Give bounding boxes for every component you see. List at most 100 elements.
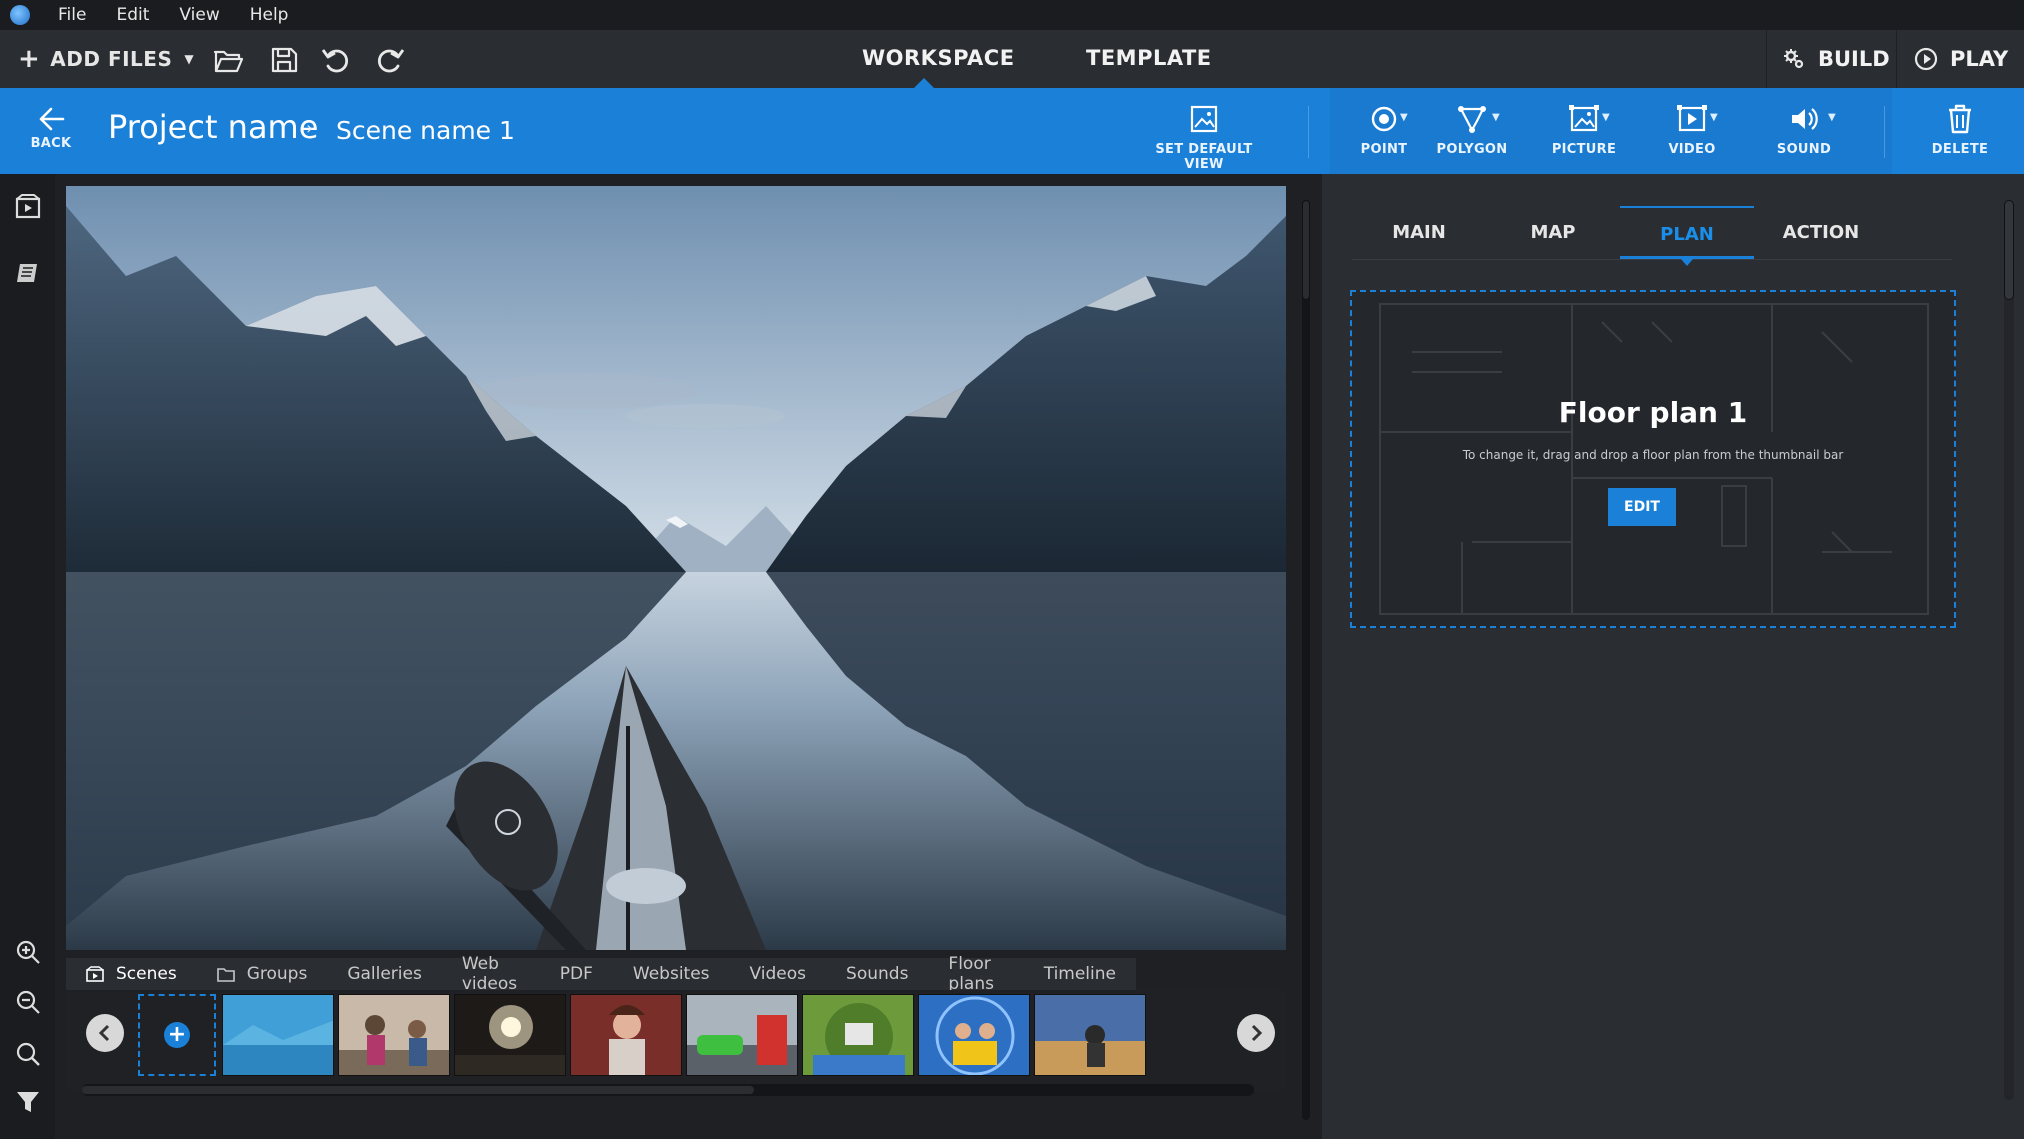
plus-icon: + bbox=[18, 44, 41, 74]
save-button[interactable] bbox=[268, 44, 300, 76]
project-name[interactable]: Project name bbox=[108, 108, 318, 146]
point-tool-button[interactable]: ▼ POINT bbox=[1342, 102, 1426, 157]
build-button[interactable]: BUILD bbox=[1782, 30, 1890, 88]
back-button[interactable]: BACK bbox=[22, 106, 80, 151]
main-toolbar: + ADD FILES ▼ WORKSPACE TEMPLATE BUILD P… bbox=[0, 30, 2024, 88]
tab-template[interactable]: TEMPLATE bbox=[1086, 46, 1212, 70]
scene-thumbnail[interactable] bbox=[570, 994, 682, 1076]
app-logo-icon bbox=[10, 5, 30, 25]
layers-icon bbox=[17, 264, 37, 282]
scenes-icon bbox=[15, 194, 41, 219]
divider bbox=[1308, 106, 1309, 158]
tab-plan[interactable]: PLAN bbox=[1620, 206, 1754, 266]
properties-scrollbar[interactable] bbox=[2004, 200, 2014, 1100]
scene-thumbnail[interactable] bbox=[454, 994, 566, 1076]
floor-plan-dropzone[interactable]: Floor plan 1 To change it, drag and drop… bbox=[1350, 290, 1956, 628]
tab-action[interactable]: ACTION bbox=[1754, 206, 1888, 259]
tab-timeline[interactable]: Timeline bbox=[1024, 964, 1136, 984]
tab-pdf[interactable]: PDF bbox=[540, 964, 613, 984]
layers-panel-button[interactable] bbox=[14, 260, 42, 288]
target-icon bbox=[1371, 106, 1397, 132]
speaker-icon bbox=[1792, 108, 1818, 130]
scene-thumbnail[interactable] bbox=[686, 994, 798, 1076]
chevron-down-icon: ▼ bbox=[1710, 112, 1718, 123]
thumbnail-image bbox=[223, 995, 333, 1075]
tab-sounds[interactable]: Sounds bbox=[826, 964, 928, 984]
scrollbar-thumb[interactable] bbox=[82, 1086, 754, 1094]
play-button[interactable]: PLAY bbox=[1914, 30, 2008, 88]
scene-header-bar: BACK Project name › Scene name 1 SET DEF… bbox=[0, 88, 2024, 174]
undo-icon bbox=[321, 49, 349, 73]
tab-groups[interactable]: Groups bbox=[197, 964, 328, 984]
polygon-label: POLYGON bbox=[1436, 142, 1508, 157]
tab-sounds-label: Sounds bbox=[846, 964, 909, 984]
tab-groups-label: Groups bbox=[246, 964, 308, 984]
menu-view[interactable]: View bbox=[179, 5, 219, 25]
scene-thumbnail[interactable] bbox=[222, 994, 334, 1076]
chevron-down-icon: ▼ bbox=[1400, 112, 1408, 123]
play-label: PLAY bbox=[1950, 47, 2009, 71]
play-circle-icon bbox=[1914, 47, 1938, 71]
tab-scenes[interactable]: Scenes bbox=[66, 964, 197, 984]
menu-file[interactable]: File bbox=[58, 5, 86, 25]
trash-icon bbox=[1949, 104, 1971, 134]
tab-videos[interactable]: Videos bbox=[730, 964, 827, 984]
scene-thumbnail[interactable] bbox=[338, 994, 450, 1076]
tab-main[interactable]: MAIN bbox=[1352, 206, 1486, 259]
tab-map[interactable]: MAP bbox=[1486, 206, 1620, 259]
gears-icon bbox=[1784, 49, 1804, 69]
delete-button[interactable]: DELETE bbox=[1918, 102, 2002, 157]
tab-web-videos[interactable]: Web videos bbox=[442, 954, 540, 994]
tab-floor-plans[interactable]: Floor plans bbox=[928, 954, 1023, 994]
thumbnail-scrollbar[interactable] bbox=[82, 1084, 1254, 1096]
chevron-down-icon: ▼ bbox=[1492, 112, 1500, 123]
undo-button[interactable] bbox=[320, 44, 352, 76]
viewer-scrollbar[interactable] bbox=[1302, 200, 1310, 1120]
menu-edit[interactable]: Edit bbox=[116, 5, 149, 25]
video-tool-button[interactable]: ▼ VIDEO bbox=[1650, 102, 1734, 157]
tab-floor-plans-label: Floor plans bbox=[948, 954, 994, 994]
picture-tool-button[interactable]: ▼ PICTURE bbox=[1542, 102, 1626, 157]
scene-thumbnail[interactable] bbox=[918, 994, 1030, 1076]
thumbnail-image bbox=[455, 995, 565, 1075]
arrow-left-icon bbox=[39, 107, 65, 131]
point-label: POINT bbox=[1360, 142, 1408, 157]
zoom-in-button[interactable] bbox=[14, 938, 42, 966]
set-default-view-button[interactable]: SET DEFAULT VIEW bbox=[1134, 102, 1274, 172]
open-folder-button[interactable] bbox=[212, 44, 244, 76]
zoom-out-button[interactable] bbox=[14, 988, 42, 1016]
sound-tool-button[interactable]: ▼ SOUND bbox=[1762, 102, 1846, 157]
add-files-label: ADD FILES bbox=[50, 47, 173, 71]
chevron-down-icon: ▼ bbox=[184, 52, 195, 66]
filter-button[interactable] bbox=[14, 1088, 42, 1116]
tab-workspace[interactable]: WORKSPACE bbox=[862, 46, 1015, 70]
redo-button[interactable] bbox=[374, 44, 406, 76]
floor-plan-title: Floor plan 1 bbox=[1558, 396, 1748, 429]
polygon-icon bbox=[1458, 106, 1486, 133]
panorama-viewer[interactable] bbox=[66, 186, 1286, 950]
search-button[interactable] bbox=[14, 1040, 42, 1068]
floor-plan-hint: To change it, drag and drop a floor plan… bbox=[1462, 448, 1844, 462]
divider bbox=[1766, 30, 1767, 88]
scene-thumbnail[interactable] bbox=[802, 994, 914, 1076]
polygon-tool-button[interactable]: ▼ POLYGON bbox=[1430, 102, 1514, 157]
tab-websites[interactable]: Websites bbox=[613, 964, 730, 984]
scrollbar-thumb[interactable] bbox=[1302, 200, 1310, 300]
save-icon bbox=[271, 47, 298, 73]
chevron-down-icon: ▼ bbox=[1828, 112, 1836, 123]
scenes-icon bbox=[86, 966, 104, 982]
scenes-panel-button[interactable] bbox=[14, 192, 42, 220]
thumbs-next-button[interactable] bbox=[1237, 1014, 1275, 1052]
tab-scenes-label: Scenes bbox=[116, 964, 177, 984]
edit-floor-plan-button[interactable]: EDIT bbox=[1608, 488, 1676, 526]
scrollbar-thumb[interactable] bbox=[2004, 200, 2014, 300]
thumbnail-image bbox=[339, 995, 449, 1075]
scene-name[interactable]: Scene name 1 bbox=[336, 116, 515, 145]
scene-thumbnails bbox=[66, 994, 1286, 1076]
video-label: VIDEO bbox=[1668, 142, 1716, 157]
scene-thumbnail[interactable] bbox=[1034, 994, 1146, 1076]
filter-icon bbox=[17, 1092, 39, 1112]
add-files-button[interactable]: + ADD FILES ▼ bbox=[18, 44, 194, 74]
menu-help[interactable]: Help bbox=[250, 5, 289, 25]
tab-galleries[interactable]: Galleries bbox=[327, 964, 442, 984]
